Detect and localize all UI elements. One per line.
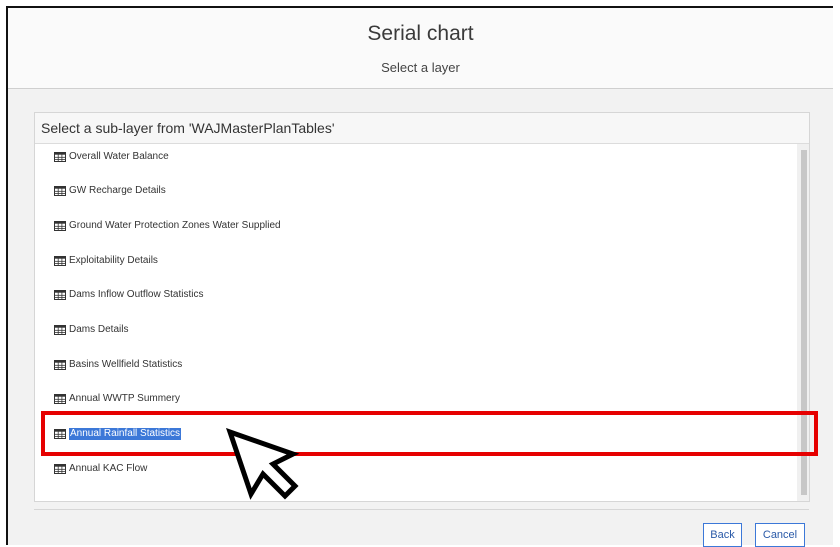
layer-item-label: Annual WWTP Summery: [69, 393, 180, 404]
table-icon: [54, 221, 66, 231]
sub-layer-panel-header: Select a sub-layer from 'WAJMasterPlanTa…: [35, 113, 809, 144]
layer-item[interactable]: Annual WWTP Summery: [35, 382, 797, 416]
table-icon: [54, 464, 66, 474]
footer-divider: [34, 509, 809, 510]
layer-item-label: Basins Wellfield Statistics: [69, 359, 183, 370]
layer-item[interactable]: Overall Water Balance: [35, 144, 797, 174]
list-scrollbar[interactable]: [797, 144, 809, 501]
dialog-body: Select a sub-layer from 'WAJMasterPlanTa…: [8, 89, 833, 547]
table-icon: [54, 290, 66, 300]
layer-item[interactable]: Ground Water Protection Zones Water Supp…: [35, 209, 797, 243]
layer-item[interactable]: Basins Wellfield Statistics: [35, 348, 797, 382]
layer-item-label: Ground Water Protection Zones Water Supp…: [69, 220, 281, 231]
layer-item-label: Dams Details: [69, 324, 129, 335]
layer-item-label: GW Recharge Details: [69, 185, 166, 196]
scrollbar-thumb[interactable]: [801, 150, 807, 495]
layer-item[interactable]: Annual KAC Flow: [35, 452, 797, 486]
cancel-button[interactable]: Cancel: [755, 523, 805, 547]
dialog-header: Serial chart Select a layer: [8, 8, 833, 89]
layer-item-label: Annual Rainfall Statistics: [69, 428, 182, 440]
sub-layer-list: Overall Water Balance GW Recharge Details…: [35, 144, 809, 501]
table-icon: [54, 394, 66, 404]
dialog-subtitle: Select a layer: [381, 60, 460, 75]
table-icon: [54, 152, 66, 162]
mouse-pointer-icon: [226, 428, 300, 500]
table-icon: [54, 256, 66, 266]
layer-item-label: Exploitability Details: [69, 255, 158, 266]
layer-item[interactable]: GW Recharge Details: [35, 174, 797, 208]
serial-chart-dialog: Serial chart Select a layer Select a sub…: [6, 6, 833, 547]
table-icon: [54, 325, 66, 335]
layer-item-label: Annual KAC Flow: [69, 463, 148, 474]
layer-item[interactable]: Dams Inflow Outflow Statistics: [35, 278, 797, 312]
layer-item-label: Overall Water Balance: [69, 151, 169, 162]
back-button[interactable]: Back: [703, 523, 742, 547]
table-icon: [54, 360, 66, 370]
layer-item-label: Dams Inflow Outflow Statistics: [69, 289, 204, 300]
dialog-title: Serial chart: [367, 22, 474, 45]
layer-item[interactable]: Dams Details: [35, 313, 797, 347]
table-icon: [54, 429, 66, 439]
sub-layer-panel: Select a sub-layer from 'WAJMasterPlanTa…: [34, 112, 810, 502]
layer-item[interactable]: Exploitability Details: [35, 244, 797, 278]
layer-item[interactable]: Annual Rainfall Statistics: [35, 417, 797, 451]
table-icon: [54, 186, 66, 196]
sub-layer-panel-title: Select a sub-layer from 'WAJMasterPlanTa…: [41, 120, 335, 136]
